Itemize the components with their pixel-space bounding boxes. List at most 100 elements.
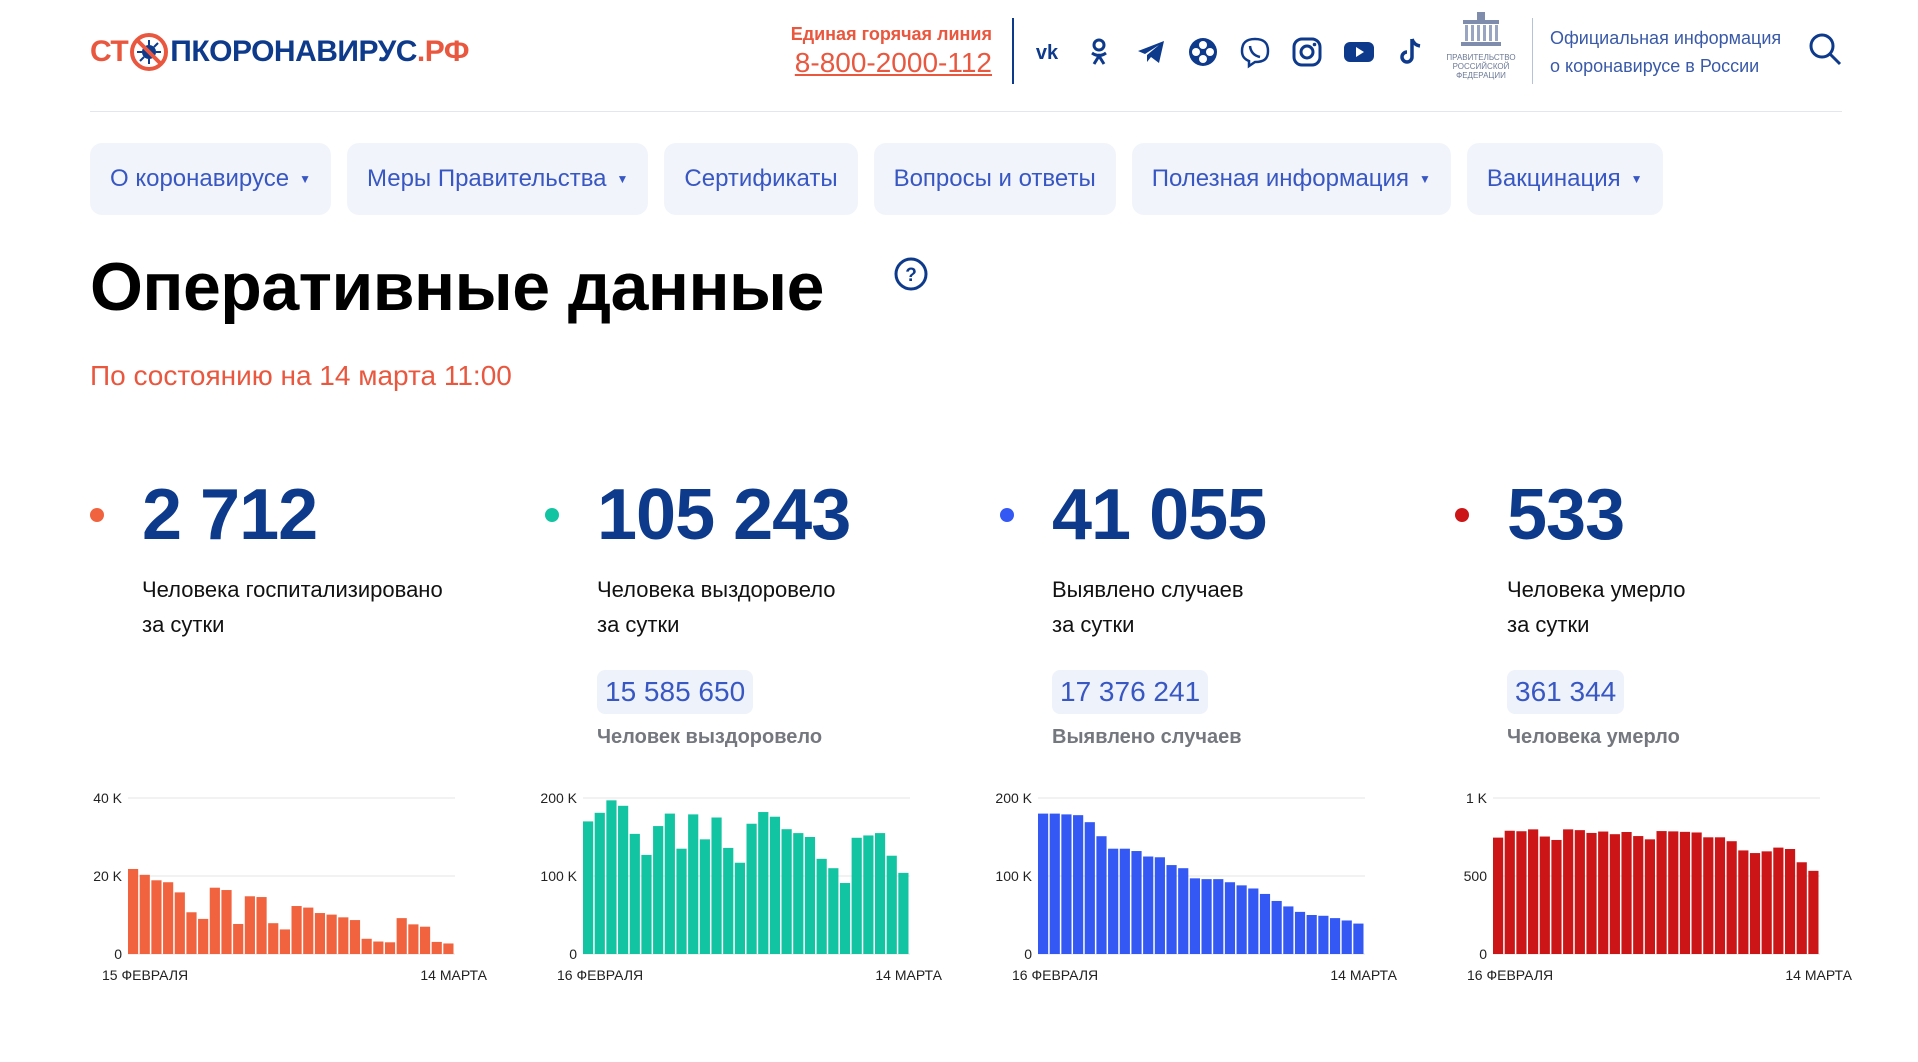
chart-bar[interactable] — [769, 816, 781, 954]
chart-bar[interactable] — [1761, 851, 1772, 954]
chart-bar[interactable] — [1714, 837, 1726, 954]
chart-bar[interactable] — [1084, 822, 1095, 954]
chart-bar[interactable] — [1551, 839, 1562, 954]
chart-bar[interactable] — [1119, 848, 1130, 954]
chart-bar[interactable] — [711, 817, 722, 955]
chart-bar[interactable] — [268, 923, 279, 954]
nav-item-government-measures[interactable]: Меры Правительства ▼ — [346, 143, 649, 215]
chart-bar[interactable] — [1283, 906, 1294, 954]
chart-bar[interactable] — [303, 907, 314, 954]
help-icon[interactable]: ? — [893, 256, 929, 292]
chart-bar[interactable] — [1166, 865, 1177, 954]
site-logo[interactable]: СТ ПКОРОНАВИРУС .РФ — [90, 30, 469, 74]
chart-bar[interactable] — [326, 914, 337, 954]
chart-bar[interactable] — [1609, 834, 1620, 954]
chart-bar[interactable] — [396, 918, 407, 954]
chart-bar[interactable] — [688, 814, 699, 954]
chart-bar[interactable] — [606, 800, 617, 954]
chart-bar[interactable] — [209, 887, 220, 954]
official-info-link[interactable]: Официальная информация о коронавирусе в … — [1550, 24, 1810, 80]
chart-bar[interactable] — [291, 906, 302, 954]
chart-bar[interactable] — [139, 874, 150, 954]
chart-bar[interactable] — [443, 943, 454, 954]
chart-bar[interactable] — [1679, 831, 1691, 954]
chart-bar[interactable] — [1656, 831, 1667, 954]
chart-bar[interactable] — [1329, 918, 1341, 954]
chart-bar[interactable] — [1644, 839, 1655, 954]
nav-item-vaccination[interactable]: Вакцинация ▼ — [1466, 143, 1663, 215]
chart-bar[interactable] — [361, 938, 372, 954]
chart-bar[interactable] — [244, 896, 255, 954]
chart-bar[interactable] — [1224, 882, 1236, 954]
chart-bar[interactable] — [898, 872, 909, 954]
chart-bar[interactable] — [1738, 850, 1749, 954]
chart-bar[interactable] — [839, 883, 851, 954]
chart-bar[interactable] — [758, 812, 769, 954]
chart-bar[interactable] — [618, 805, 629, 954]
search-icon[interactable] — [1806, 30, 1844, 68]
chart-bar[interactable] — [1073, 815, 1084, 954]
chart-bar[interactable] — [174, 892, 185, 954]
chart-bar[interactable] — [723, 847, 734, 954]
chart-bar[interactable] — [1528, 829, 1539, 954]
chart-bar[interactable] — [804, 837, 816, 954]
chart-bar[interactable] — [1108, 848, 1119, 954]
chart-bar[interactable] — [863, 835, 874, 954]
chart-bar[interactable] — [1294, 911, 1306, 954]
chart-bar[interactable] — [1784, 849, 1796, 954]
chart-bar[interactable] — [1061, 814, 1072, 954]
chart-bar[interactable] — [1154, 857, 1165, 954]
chart-bar[interactable] — [1341, 920, 1352, 954]
chart-bar[interactable] — [781, 829, 792, 954]
chart-bar[interactable] — [1189, 878, 1200, 954]
chart-bar[interactable] — [186, 912, 197, 954]
chart-bar[interactable] — [874, 833, 886, 954]
chart-bar[interactable] — [1049, 813, 1060, 954]
nav-item-certificates[interactable]: Сертификаты — [664, 143, 858, 215]
telegram-icon[interactable] — [1132, 33, 1170, 71]
chart-bar[interactable] — [349, 920, 361, 954]
chart-bar[interactable] — [1096, 836, 1107, 954]
chart-bar[interactable] — [1201, 879, 1212, 954]
chart-bar[interactable] — [1691, 832, 1702, 954]
chart-bar[interactable] — [828, 868, 839, 954]
chart-bar[interactable] — [851, 837, 862, 954]
chart-bar[interactable] — [1539, 836, 1550, 954]
chart-bar[interactable] — [1586, 832, 1597, 954]
chart-bar[interactable] — [1808, 870, 1819, 954]
chart-bar[interactable] — [746, 823, 757, 954]
chart-bar[interactable] — [221, 890, 232, 954]
nav-item-faq[interactable]: Вопросы и ответы — [873, 143, 1116, 215]
chart-bar[interactable] — [886, 855, 897, 954]
chart-bar[interactable] — [1236, 885, 1247, 954]
chart-bar[interactable] — [419, 926, 431, 954]
chart-bar[interactable] — [314, 913, 326, 954]
nav-item-useful-info[interactable]: Полезная информация ▼ — [1131, 143, 1451, 215]
chart-bar[interactable] — [1306, 915, 1317, 954]
youtube-icon[interactable] — [1340, 33, 1378, 71]
chart-bar[interactable] — [1178, 868, 1189, 954]
chart-bar[interactable] — [1633, 836, 1644, 954]
chart-bar[interactable] — [1504, 830, 1515, 954]
chart-bar[interactable] — [1726, 841, 1737, 954]
chart-bar[interactable] — [653, 826, 664, 954]
chart-bar[interactable] — [1318, 915, 1329, 954]
chart-bar[interactable] — [1271, 900, 1282, 954]
chart-bar[interactable] — [431, 941, 442, 954]
chart-bar[interactable] — [583, 821, 594, 954]
chart-bar[interactable] — [256, 897, 267, 954]
chart-bar[interactable] — [384, 942, 396, 954]
instagram-icon[interactable] — [1288, 33, 1326, 71]
tiktok-icon[interactable] — [1392, 33, 1430, 71]
government-emblem[interactable]: ПРАВИТЕЛЬСТВО РОССИЙСКОЙ ФЕДЕРАЦИИ — [1440, 10, 1522, 84]
chart-bar[interactable] — [594, 812, 605, 954]
chart-bar[interactable] — [373, 941, 384, 954]
yandex-zen-icon[interactable] — [1184, 33, 1222, 71]
chart-bar[interactable] — [1621, 832, 1632, 954]
viber-icon[interactable] — [1236, 33, 1274, 71]
odnoklassniki-icon[interactable] — [1080, 33, 1118, 71]
chart-bar[interactable] — [1668, 831, 1679, 954]
chart-bar[interactable] — [1038, 813, 1049, 954]
chart-bar[interactable] — [629, 833, 640, 954]
chart-bar[interactable] — [128, 868, 139, 954]
